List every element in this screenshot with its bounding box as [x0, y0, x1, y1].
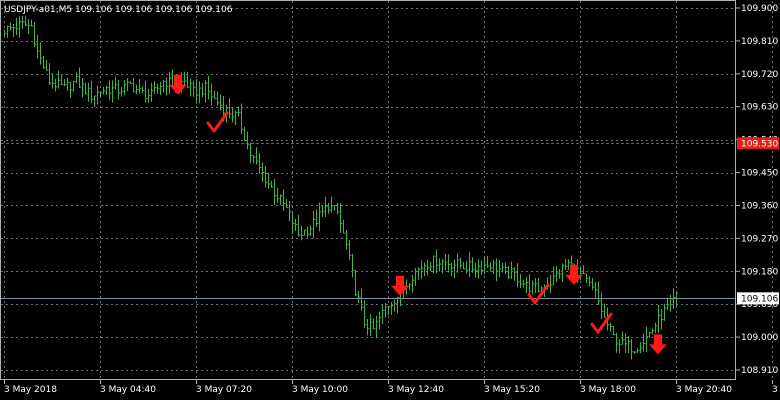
- price-tick-label: 109.180: [741, 267, 778, 277]
- trade-markers: [169, 74, 667, 355]
- time-tick-label: 3 May 2018: [4, 385, 57, 395]
- price-tick-label: 109.630: [741, 103, 778, 113]
- price-tick-label: 109.360: [741, 201, 778, 211]
- time-tick-label: 3 May 12:40: [388, 385, 444, 395]
- time-axis[interactable]: 3 May 2018 3 May 04:40 3 May 07:20 3 May 10…: [4, 380, 780, 395]
- time-tick-label: 3 May 04:40: [100, 385, 156, 395]
- time-tick-label: 3 May 20:40: [676, 385, 732, 395]
- price-tick-label: 109.450: [741, 169, 778, 179]
- time-tick-label: 3 May 23:20: [772, 385, 780, 395]
- time-tick-label: 3 May 07:20: [196, 385, 252, 395]
- time-tick-label: 3 May 15:20: [484, 385, 540, 395]
- level-price-tag-label: 109.530: [741, 139, 778, 149]
- price-tick-label: 109.270: [741, 234, 778, 244]
- chart-title: USDJPY-a01,M5 109.106 109.106 109.106 10…: [4, 5, 233, 15]
- price-level-lines: [1, 143, 735, 299]
- grid-lines: [1, 1, 773, 379]
- price-tick-label: 109.720: [741, 70, 778, 80]
- price-bars: [3, 15, 678, 360]
- price-tick-label: 109.810: [741, 37, 778, 47]
- price-tick-label: 109.000: [741, 333, 778, 343]
- price-chart[interactable]: 109.900109.810109.720109.630109.540109.4…: [0, 0, 780, 400]
- checkmark-icon: [206, 111, 229, 133]
- time-tick-label: 3 May 18:00: [580, 385, 636, 395]
- price-axis[interactable]: 109.900109.810109.720109.630109.540109.4…: [736, 4, 778, 376]
- price-tick-label: 109.900: [741, 4, 778, 14]
- bid-price-tag-label: 109.106: [741, 294, 778, 304]
- price-tick-label: 108.910: [741, 366, 778, 376]
- time-tick-label: 3 May 10:00: [292, 385, 348, 395]
